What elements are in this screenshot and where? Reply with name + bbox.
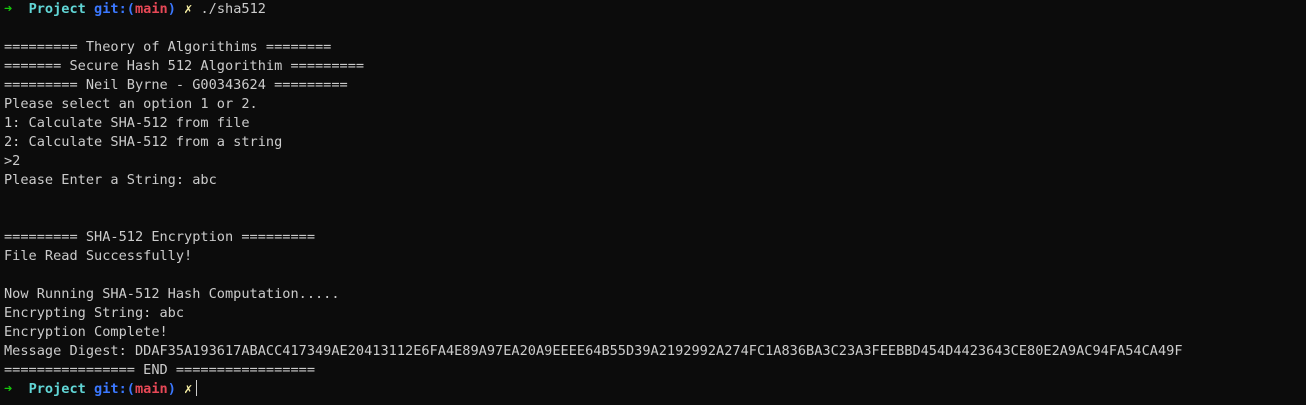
output-banner-author: ========= Neil Byrne - G00343624 =======…: [4, 77, 348, 93]
prompt-arrow-icon: ➜: [4, 1, 13, 17]
prompt-git-prefix: git:(: [94, 1, 135, 17]
output-encryption-complete: Encryption Complete!: [4, 324, 168, 340]
prompt-branch: main: [134, 1, 168, 17]
prompt-arrow-icon: ➜: [4, 381, 13, 397]
output-encrypting-string: Encrypting String: abc: [4, 305, 185, 321]
output-select-prompt: Please select an option 1 or 2.: [4, 96, 258, 112]
output-banner-algorithm: ======= Secure Hash 512 Algorithim =====…: [4, 58, 365, 74]
prompt-git-prefix: git:(: [94, 381, 135, 397]
output-running: Now Running SHA-512 Hash Computation....…: [4, 286, 340, 302]
current-prompt-line[interactable]: ➜ Project git:(main) ✗: [4, 380, 1306, 399]
output-string-prompt: Please Enter a String: abc: [4, 172, 217, 188]
prompt-branch: main: [134, 381, 168, 397]
command-line: ➜ Project git:(main) ✗ ./sha512: [4, 0, 1306, 19]
dirty-mark-icon: ✗: [184, 1, 193, 17]
terminal-window[interactable]: ➜ Project git:(main) ✗ ./sha512 ========…: [0, 0, 1306, 405]
output-end-banner: ================ END =================: [4, 362, 315, 378]
output-file-read: File Read Successfully!: [4, 248, 193, 264]
text-cursor[interactable]: [196, 380, 198, 396]
command-text: ./sha512: [200, 1, 266, 17]
output-encryption-banner: ========= SHA-512 Encryption =========: [4, 229, 315, 245]
output-option-2: 2: Calculate SHA-512 from a string: [4, 134, 283, 150]
dirty-mark-icon: ✗: [184, 381, 193, 397]
prompt-directory: Project: [28, 1, 86, 17]
output-message-digest: Message Digest: DDAF35A193617ABACC417349…: [4, 343, 1183, 359]
output-banner-title: ========= Theory of Algorithims ========: [4, 39, 332, 55]
prompt-git-suffix: ): [167, 381, 176, 397]
output-user-choice: >2: [4, 153, 21, 169]
prompt-git-suffix: ): [167, 1, 176, 17]
output-option-1: 1: Calculate SHA-512 from file: [4, 115, 250, 131]
prompt-directory: Project: [28, 381, 86, 397]
